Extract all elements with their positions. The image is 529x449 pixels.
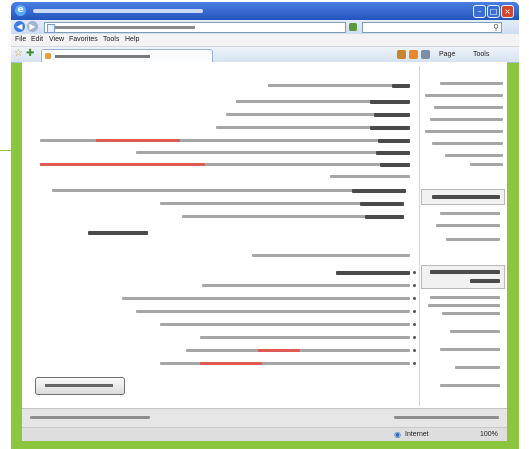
tab-title <box>55 55 150 58</box>
menu-bar: File Edit View Favorites Tools Help <box>11 34 519 47</box>
page-content <box>22 62 507 408</box>
tools-menu[interactable]: Tools <box>473 51 489 59</box>
browser-tab[interactable] <box>41 49 213 62</box>
frame-bottom-strip <box>11 440 519 449</box>
status-bar <box>22 408 507 427</box>
close-button[interactable]: × <box>501 5 514 18</box>
sidebar-section-header <box>421 189 505 205</box>
page-menu[interactable]: Page <box>439 51 455 59</box>
window-title-bar[interactable]: e – □ × <box>11 2 519 20</box>
home-icon[interactable] <box>397 50 406 59</box>
status-text-left <box>30 416 150 419</box>
minimize-button[interactable]: – <box>473 5 486 18</box>
globe-icon: ◉ <box>394 430 401 439</box>
tab-page-icon <box>45 53 51 59</box>
zoom-level[interactable]: 100% <box>480 431 498 439</box>
sidebar-separator <box>419 66 420 406</box>
menu-tools[interactable]: Tools <box>103 36 119 44</box>
address-row: ◀ ▶ ⚲ <box>11 20 519 34</box>
refresh-icon[interactable] <box>349 23 357 31</box>
search-input[interactable]: ⚲ <box>362 22 502 33</box>
address-input[interactable] <box>44 22 346 33</box>
menu-edit[interactable]: Edit <box>31 36 43 44</box>
page-icon <box>47 24 55 33</box>
feeds-icon[interactable] <box>409 50 418 59</box>
menu-favorites[interactable]: Favorites <box>69 36 98 44</box>
menu-file[interactable]: File <box>15 36 26 44</box>
search-icon[interactable]: ⚲ <box>493 23 499 32</box>
frame-leader-line <box>0 150 12 151</box>
maximize-button[interactable]: □ <box>487 5 500 18</box>
status-text-right <box>394 416 499 419</box>
window-title <box>33 9 203 13</box>
frame-right-strip <box>507 62 519 449</box>
security-zone: Internet <box>405 431 429 438</box>
menu-help[interactable]: Help <box>125 36 139 44</box>
tab-toolbar: ☆ ✚ Page Tools <box>11 47 519 63</box>
ie-logo-icon: e <box>15 5 26 16</box>
address-text <box>55 26 195 29</box>
zone-bar: ◉ Internet 100% <box>22 427 507 441</box>
star-icon[interactable]: ☆ <box>14 48 23 60</box>
forward-arrow-icon[interactable]: ▶ <box>27 21 38 32</box>
form-button-label <box>45 384 113 387</box>
menu-view[interactable]: View <box>49 36 64 44</box>
print-icon[interactable] <box>421 50 430 59</box>
form-button[interactable] <box>35 377 125 395</box>
add-favorite-icon[interactable]: ✚ <box>26 48 34 60</box>
back-arrow-icon[interactable]: ◀ <box>14 21 25 32</box>
sidebar-section-header <box>421 265 505 289</box>
frame-left-strip <box>11 62 22 449</box>
